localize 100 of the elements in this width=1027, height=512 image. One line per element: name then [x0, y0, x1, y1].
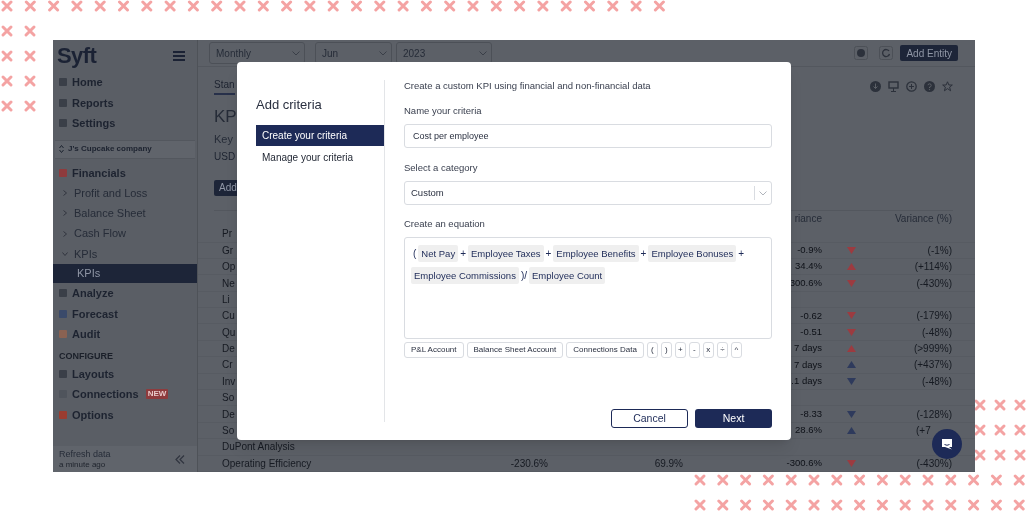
add-icon	[906, 80, 917, 92]
table-cell: -0.9%	[797, 244, 822, 256]
table-cell: -8.33	[800, 408, 822, 419]
table-cell: -300.6%	[786, 457, 822, 469]
sidebar-item-icon	[59, 309, 67, 318]
name-input[interactable]: Cost per employee	[404, 124, 772, 148]
sidebar-item-icon	[59, 289, 67, 298]
row-label: Ne	[222, 277, 235, 289]
chevron-down-icon	[479, 50, 487, 56]
row-label: Operating Efficiency	[222, 457, 312, 469]
insert-button[interactable]: Balance Sheet Account	[466, 342, 564, 358]
table-cell: (-430%)	[916, 457, 952, 469]
field-label: Select a category	[404, 162, 479, 174]
dialog-nav-item[interactable]: Create your criteria	[256, 125, 384, 146]
table-cell: 7 days	[794, 358, 822, 370]
sidebar-item-icon	[59, 119, 67, 128]
chevron-down-icon	[379, 50, 387, 56]
dialog-title: Add criteria	[256, 98, 323, 112]
table-cell: (>999%)	[913, 343, 952, 355]
row-label: De	[222, 343, 235, 355]
logo: Syft	[57, 45, 97, 67]
chevron-down-icon	[62, 251, 68, 258]
equation-operator: (	[412, 247, 418, 261]
row-label: Qu	[222, 326, 236, 338]
chevron-right-icon	[62, 230, 68, 237]
table-cell: -230.6%	[510, 457, 548, 469]
help-icon	[924, 80, 935, 92]
insert-button[interactable]: x	[702, 342, 714, 358]
row-label: Op	[222, 261, 236, 273]
company-selector[interactable]: J's Cupcake company	[55, 139, 195, 159]
chevron-down-icon	[759, 190, 767, 196]
table-cell: (-179%)	[916, 310, 952, 322]
table-cell: .1 days	[791, 375, 822, 387]
table-cell: -0.62	[800, 309, 822, 321]
equation-token: Employee Taxes	[468, 245, 544, 262]
collapse-icon	[175, 454, 185, 464]
download-icon	[870, 80, 881, 92]
sidebar-item-icon	[59, 98, 67, 107]
section-heading: CONFIGURE	[59, 349, 113, 363]
dialog-intro: Create a custom KPI using financial and non-financial data	[404, 80, 652, 92]
table-cell: 300.6%	[789, 276, 822, 288]
sidebar-item[interactable]: KPIs	[53, 264, 197, 284]
menu-icon	[173, 51, 185, 61]
table-cell: (-48%)	[922, 326, 952, 338]
insert-button[interactable]: )	[660, 342, 672, 358]
insert-button[interactable]: +	[674, 342, 686, 358]
table-cell: (-430%)	[916, 277, 952, 289]
equation-token: Employee Count	[529, 267, 606, 284]
sidebar-item-icon	[59, 330, 67, 339]
table-cell: (+7	[916, 425, 931, 436]
row-label: Gr	[222, 244, 234, 256]
equation-token: Employee Bonuses	[648, 245, 737, 262]
next-button[interactable]: Next	[695, 409, 772, 428]
refresh-icon	[879, 46, 894, 61]
row-label: So	[222, 392, 235, 404]
insert-button[interactable]: Connections Data	[566, 342, 644, 358]
up-down-icon	[59, 145, 64, 153]
equation-editor[interactable]: ( Net Pay + Employee Taxes + Employee Benefits + Employee Bonuses + Employee Commissions )/ Employee Count	[404, 237, 772, 339]
add-entity-button[interactable]: Add Entity	[900, 45, 958, 62]
row-label: DuPont Analysis	[222, 441, 295, 453]
table-cell: (+114%)	[914, 261, 952, 273]
table-cell: (-1%)	[927, 244, 952, 256]
sidebar-item-icon	[59, 168, 67, 177]
field-label: Create an equation	[404, 218, 486, 230]
row-label: Li	[222, 293, 230, 305]
insert-button[interactable]: -	[688, 342, 700, 358]
equation-operator: )/	[519, 269, 528, 283]
user-icon	[854, 46, 869, 61]
table-cell: 28.6%	[795, 424, 822, 436]
row-label: Cu	[222, 310, 235, 322]
insert-button[interactable]: P&L Account	[404, 342, 464, 358]
table-cell: (-48%)	[922, 375, 952, 387]
insert-button[interactable]: ÷	[716, 342, 728, 358]
table-cell: (-128%)	[916, 408, 952, 420]
sidebar-item-icon	[59, 369, 67, 378]
cancel-button[interactable]: Cancel	[611, 409, 688, 428]
table-cell: 69.9%	[654, 457, 683, 469]
insert-button[interactable]: ^	[730, 342, 742, 358]
equation-token: Net Pay	[418, 245, 459, 262]
currency-label: USD	[214, 151, 236, 164]
row-label: Pr	[222, 228, 232, 240]
table-cell: 7 days	[794, 342, 822, 354]
equation-token: Employee Commissions	[411, 267, 519, 284]
chevron-down-icon	[292, 50, 300, 56]
sidebar-item[interactable]: Connections NEW	[53, 384, 197, 405]
monitor-icon	[888, 80, 899, 92]
row-label: Inv	[222, 375, 236, 387]
equation-operator: +	[459, 247, 467, 261]
table-cell: 34.4%	[795, 260, 822, 272]
row-label: Cr	[222, 359, 233, 371]
dialog-nav-item[interactable]: Manage your criteria	[256, 147, 384, 168]
sidebar-item-icon	[59, 78, 67, 87]
row-label: So	[222, 425, 235, 436]
equation-operator: +	[544, 247, 553, 261]
chevron-right-icon	[62, 190, 68, 197]
chevron-right-icon	[62, 210, 68, 217]
category-select[interactable]: Custom	[404, 181, 772, 205]
field-label: Name your criteria	[404, 105, 483, 117]
insert-button[interactable]: (	[646, 342, 658, 358]
new-badge: NEW	[145, 389, 169, 400]
